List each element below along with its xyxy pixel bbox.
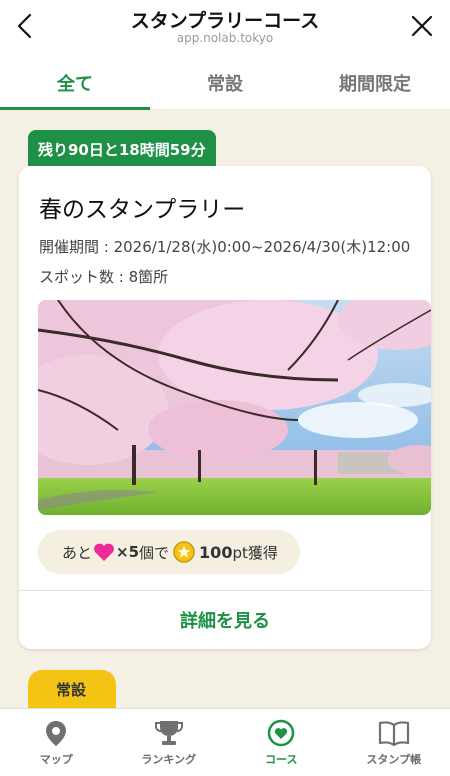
permanent-section-badge: 常設 — [28, 670, 116, 710]
nav-stamp-book[interactable]: スタンプ帳 — [338, 709, 450, 776]
reward-prefix: あと — [62, 543, 93, 562]
tab-limited[interactable]: 期間限定 — [300, 56, 450, 109]
card-divider — [19, 590, 431, 591]
nav-stamp-book-label: スタンプ帳 — [366, 753, 422, 766]
trophy-icon — [154, 721, 183, 745]
nav-map-label: マップ — [39, 753, 73, 766]
course-title: 春のスタンプラリー — [39, 197, 246, 223]
page-url: app.nolab.tokyo — [176, 31, 274, 45]
reward-unit: 個で — [139, 543, 170, 562]
nav-ranking-label: ランキング — [141, 753, 197, 766]
remaining-time-badge: 残り90日と18時間59分 — [28, 130, 216, 166]
page-title: スタンプラリーコース — [130, 10, 320, 32]
course-spot-count: スポット数 : 8箇所 — [39, 268, 169, 286]
heart-icon — [93, 542, 115, 562]
bottom-navigation: マップ ランキング コース スタンプ帳 — [0, 708, 450, 776]
course-card[interactable]: 春のスタンプラリー 開催期間 : 2026/1/28(水)0:00~2026/4… — [19, 166, 431, 649]
star-coin-icon — [173, 541, 195, 563]
nav-course[interactable]: コース — [225, 709, 338, 776]
heart-circle-icon — [268, 719, 295, 747]
reward-points: 100 — [199, 542, 233, 562]
reward-count: ×5 — [116, 543, 140, 561]
close-icon[interactable] — [408, 12, 436, 40]
nav-ranking[interactable]: ランキング — [113, 709, 226, 776]
nav-course-label: コース — [265, 753, 298, 766]
cherry-blossom-photo — [38, 300, 431, 515]
nav-map[interactable]: マップ — [0, 709, 113, 776]
tab-all[interactable]: 全て — [0, 56, 150, 110]
view-details-button[interactable]: 詳細を見る — [19, 607, 431, 633]
tab-bar: 全て 常設 期間限定 — [0, 56, 450, 110]
reward-info: あと ×5 個で 100 pt獲得 — [38, 530, 300, 574]
tab-permanent[interactable]: 常設 — [150, 56, 300, 109]
course-period: 開催期間 : 2026/1/28(水)0:00~2026/4/30(木)12:0… — [39, 238, 411, 256]
map-pin-icon — [46, 721, 67, 746]
header-bar: スタンプラリーコース app.nolab.tokyo — [0, 0, 450, 56]
book-icon — [378, 721, 409, 747]
reward-suffix: pt獲得 — [232, 543, 278, 562]
